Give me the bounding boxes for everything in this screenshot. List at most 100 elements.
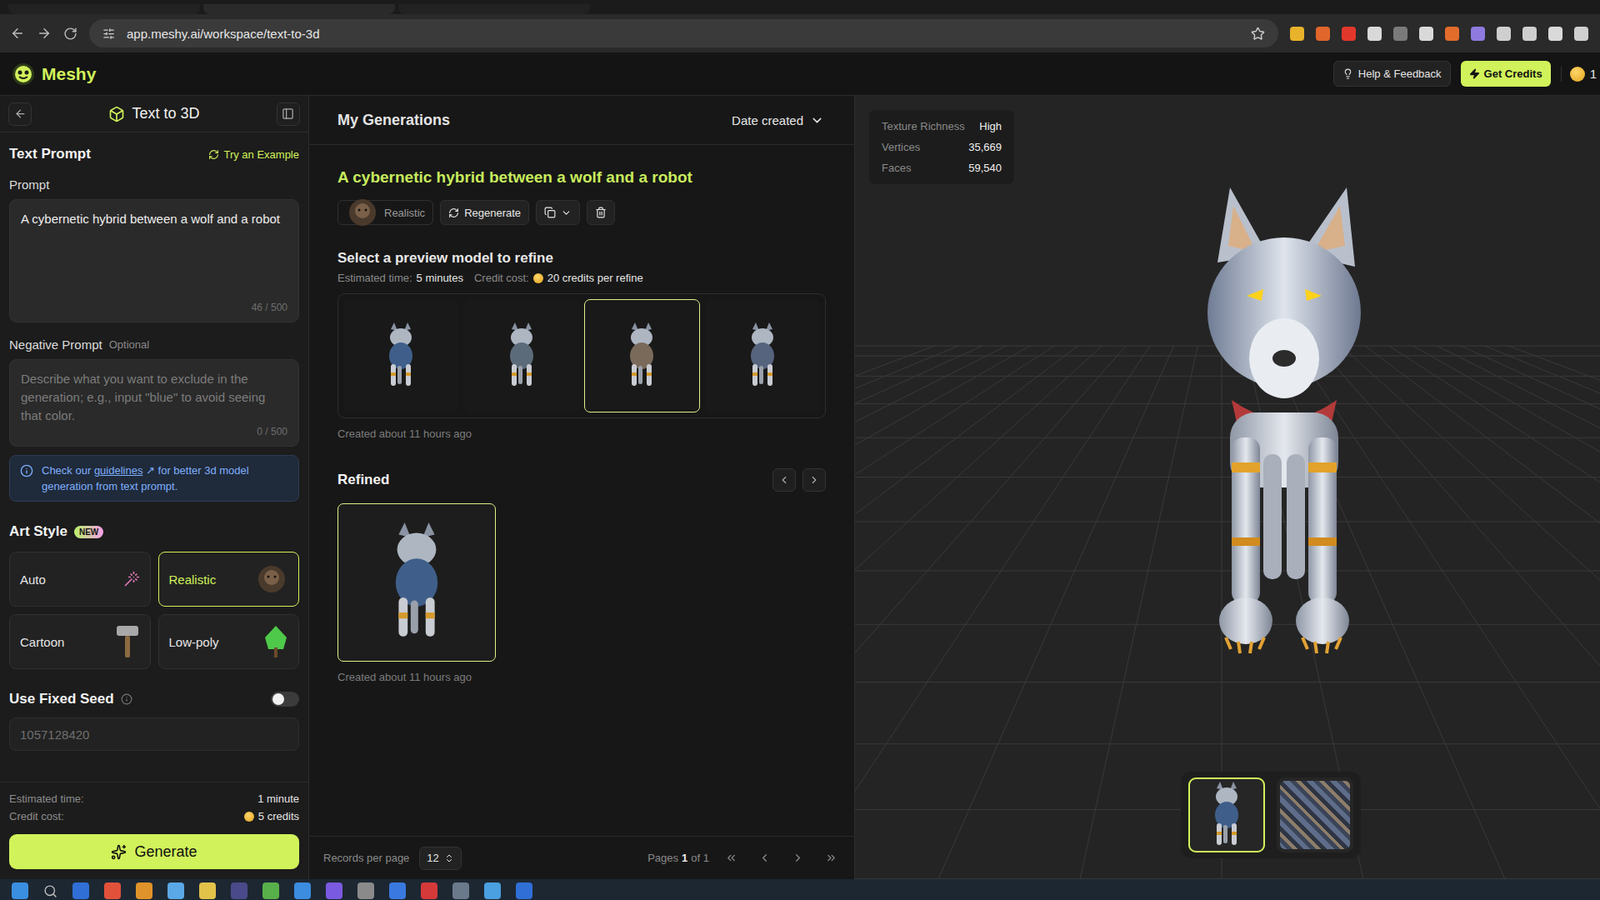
site-info-icon [102,27,115,40]
extension-icon[interactable] [1315,26,1330,41]
art-style-option[interactable]: Cartoon [9,614,151,670]
extension-icon[interactable] [1290,26,1305,41]
last-page-button[interactable] [819,846,843,870]
tree-icon [263,624,289,660]
art-style-option[interactable]: Realistic [158,551,300,607]
pager: Pages1of 1 [647,846,843,870]
extension-icon[interactable] [1341,26,1356,41]
stat-value: 59,540 [968,161,1002,175]
credit-count: 1 [1590,66,1597,81]
stat-row: Faces59,540 [881,161,1002,175]
extension-icon[interactable] [1574,26,1589,41]
seed-field[interactable]: 1057128420 [9,717,300,751]
taskbar [0,879,1600,900]
app-icon[interactable] [420,882,438,900]
prev-page-button[interactable] [752,846,776,870]
last-icon [825,851,838,865]
panel-title: Text to 3D [108,105,200,123]
delete-button[interactable] [586,200,615,225]
model[interactable] [1180,187,1389,655]
estimate-label: Estimated time: [9,792,85,805]
art-style-option[interactable]: Low-poly [158,614,300,670]
negative-prompt-field[interactable]: Describe what you want to exclude in the… [9,359,300,447]
extension-icon[interactable] [1445,26,1460,41]
regenerate-button[interactable]: Regenerate [440,200,530,225]
preview-thumbnail[interactable] [705,299,821,413]
view-thumbnail[interactable] [1276,777,1354,853]
estimate-label: Estimated time: [337,271,413,285]
app-icon[interactable] [104,882,121,900]
browser-tab[interactable] [398,4,590,15]
browser-tab[interactable] [203,4,395,15]
preview-thumbnail[interactable] [343,299,460,413]
model-stats: Texture RichnessHighVertices35,669Faces5… [869,110,1015,185]
app-icon[interactable] [262,882,280,900]
preview-thumbnail[interactable] [464,299,580,413]
wand-icon [123,570,140,588]
extension-icon[interactable] [1522,26,1537,41]
realistic-style-icon [345,195,380,230]
view-thumbnail[interactable] [1188,777,1265,853]
app-icon[interactable] [167,882,185,900]
app-icon[interactable] [325,882,343,900]
reload-button[interactable] [63,26,78,41]
guidelines-link[interactable]: guidelines [94,464,144,477]
credit-balance[interactable]: 1 [1560,66,1600,82]
collapse-button[interactable] [276,102,300,126]
app-icon[interactable] [230,882,248,900]
stat-label: Vertices [881,140,920,154]
estimate-value: 5 minutes [416,271,464,285]
browser-tab[interactable] [8,4,200,15]
url-field[interactable]: app.meshy.ai/workspace/text-to-3d [89,19,1279,48]
start-icon[interactable] [11,882,29,900]
app-icon[interactable] [515,882,533,900]
help-button[interactable]: Help & Feedback [1333,60,1451,87]
next-page-button[interactable] [785,846,810,870]
estimate-value: 20 credits per refine [533,271,644,285]
app-icon[interactable] [135,882,153,900]
art-style-option[interactable]: Auto [9,551,151,607]
app-icon[interactable] [294,882,311,900]
extension-icon[interactable] [1548,26,1563,41]
lightbulb-icon [1342,68,1354,80]
records-select[interactable]: 12 [419,846,461,870]
app-icon[interactable] [484,882,501,900]
extension-icon[interactable] [1470,26,1485,41]
back-button[interactable] [8,102,32,126]
meshy-logo-icon [11,62,35,86]
generation-title: A cybernetic hybrid between a wolf and a… [337,168,826,187]
app-icon[interactable] [357,882,375,900]
records-label: Records per page [323,851,410,865]
extension-icon[interactable] [1367,26,1382,41]
copy-dropdown[interactable] [535,200,580,225]
next-icon [791,851,805,865]
seed-toggle[interactable] [270,691,300,707]
wolf-robot-model[interactable] [1180,187,1389,655]
forward-button[interactable] [36,25,52,41]
try-example-button[interactable]: Try an Example [208,148,300,161]
refined-thumbnail[interactable] [337,503,496,662]
estimate-row: Credit cost:5 credits [9,810,300,823]
prev-button[interactable] [772,468,796,492]
app-icon[interactable] [452,882,470,900]
coin-icon [533,273,544,284]
generate-button[interactable]: Generate [9,834,300,870]
first-page-button[interactable] [719,846,743,870]
next-button[interactable] [802,468,826,492]
extension-icon[interactable] [1419,26,1434,41]
chevron-left-icon [778,474,790,486]
app-icon[interactable] [389,882,406,900]
search-button[interactable] [43,884,58,899]
back-button[interactable] [10,25,25,41]
generations-title: My Generations [337,111,450,130]
prompt-field[interactable]: A cybernetic hybrid between a wolf and a… [9,199,300,323]
preview-thumbnail[interactable] [584,299,700,413]
app-icon[interactable] [199,882,216,900]
sort-dropdown[interactable]: Date created [726,112,830,129]
get-credits-button[interactable]: Get Credits [1460,60,1551,87]
logo[interactable]: Meshy [11,62,96,86]
extension-icon[interactable] [1496,26,1511,41]
model-viewer[interactable]: Texture RichnessHighVertices35,669Faces5… [855,95,1600,880]
extension-icon[interactable] [1393,26,1408,41]
app-icon[interactable] [72,882,90,900]
